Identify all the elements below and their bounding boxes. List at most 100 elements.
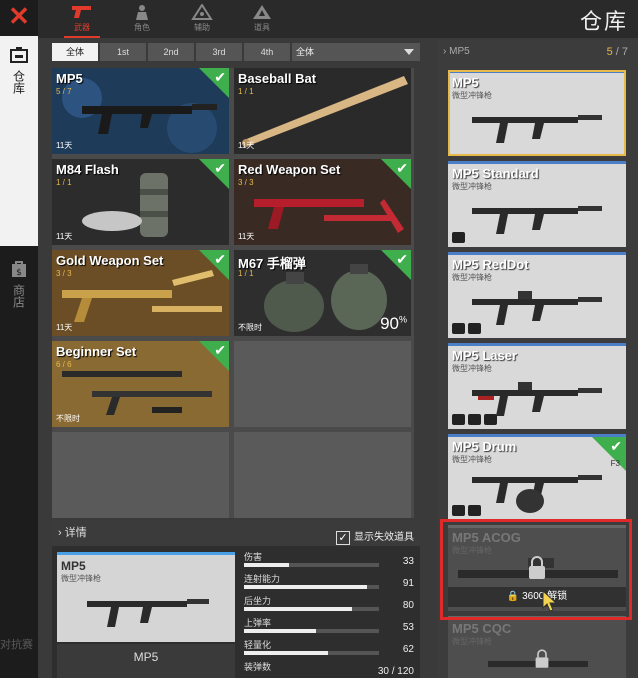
stat-fill — [244, 651, 328, 655]
lock-icon — [529, 556, 545, 579]
check-icon: ✔ — [214, 342, 226, 358]
close-button[interactable]: ✕ — [0, 0, 38, 34]
filter-3rd[interactable]: 3rd — [196, 43, 242, 61]
variant-mp5-reddot[interactable]: MP5 RedDot 微型冲锋枪 — [448, 252, 626, 338]
item-name: Baseball Bat — [238, 71, 317, 86]
variant-subtitle: 微型冲锋枪 — [452, 364, 492, 373]
tab-support[interactable]: 辅助 — [172, 0, 232, 38]
stat-bar — [244, 629, 379, 633]
variant-mp5[interactable]: MP5 微型冲锋枪 — [448, 70, 626, 156]
check-icon: ✔ — [214, 160, 226, 176]
tab-label: 武器 — [74, 23, 90, 32]
rail-tab-shop[interactable]: $ 商店 — [0, 250, 38, 330]
details-title: 详情 — [64, 527, 87, 539]
show-expired-toggle[interactable]: ✓ 显示失效道具 — [336, 525, 414, 551]
checkbox-icon[interactable]: ✓ — [336, 531, 350, 545]
thumb-name: MP5 — [61, 559, 86, 573]
inventory-item-mp5[interactable]: ✔ MP5 5 / 7 11天 — [52, 68, 229, 154]
stat-value: 62 — [402, 644, 414, 655]
variant-name: MP5 CQC — [452, 621, 512, 636]
variant-mp5-laser[interactable]: MP5 Laser 微型冲锋枪 — [448, 343, 626, 429]
details-thumbnail: MP5 微型冲锋枪 — [57, 552, 235, 642]
stat-reload: 上弹率 53 — [244, 616, 414, 638]
variant-mp5-acog[interactable]: MP5 ACOG 微型冲锋枪 🔒 3600 解锁 — [448, 525, 626, 611]
empty-slot — [234, 341, 411, 427]
warehouse-icon — [10, 47, 28, 63]
stat-bar — [244, 585, 379, 589]
stat-fill — [244, 563, 289, 567]
stat-value: 91 — [402, 578, 414, 589]
stat-value: 33 — [402, 556, 414, 567]
tab-label: 辅助 — [194, 23, 210, 32]
filter-1st[interactable]: 1st — [100, 43, 146, 61]
variant-name: MP5 Drum — [452, 439, 517, 454]
total-count: 7 — [621, 46, 628, 58]
item-count: 1 / 1 — [238, 269, 254, 278]
grip-icon — [484, 414, 497, 425]
check-icon: ✔ — [396, 160, 408, 176]
item-icon — [253, 5, 271, 19]
item-count: 1 / 1 — [238, 87, 254, 96]
page-title: 仓库 — [579, 9, 628, 34]
lock-icon — [535, 649, 549, 668]
inventory-item-m84-flash[interactable]: ✔ M84 Flash 1 / 1 11天 — [52, 159, 229, 245]
variant-mp5-cqc[interactable]: MP5 CQC 微型冲锋枪 — [448, 616, 626, 678]
tab-items[interactable]: 道具 — [232, 0, 292, 38]
toggle-label: 显示失效道具 — [354, 532, 414, 543]
variant-mp5-drum[interactable]: ✔ MP5 Drum 微型冲锋枪 F3 — [448, 434, 626, 520]
filter-dropdown[interactable]: 全体 — [292, 43, 420, 61]
background-mode-text: 对抗赛 — [0, 639, 33, 651]
check-icon: ✔ — [610, 438, 622, 454]
close-icon: ✕ — [8, 1, 30, 31]
inventory-item-m67-grenade[interactable]: ✔ M67 手榴弹 1 / 1 不限时 90% — [234, 250, 411, 336]
variants-title: MP5 — [449, 46, 470, 57]
stat-fill — [244, 607, 352, 611]
item-name: Gold Weapon Set — [56, 253, 164, 268]
inventory-item-beginner-set[interactable]: ✔ Beginner Set 6 / 6 不限时 — [52, 341, 229, 427]
variant-name: MP5 Standard — [452, 166, 539, 181]
filter-2nd[interactable]: 2nd — [148, 43, 194, 61]
variant-name: MP5 Laser — [452, 348, 518, 363]
unlock-button[interactable]: 🔒 3600 解锁 — [448, 587, 626, 607]
variants-count: 5 / 7 — [606, 46, 628, 58]
inventory-grid: ✔ MP5 5 / 7 11天 Baseball Bat 1 / 1 11天 ✔… — [52, 68, 414, 518]
unlock-cost: 3600 — [522, 591, 545, 602]
stat-label: 连射能力 — [244, 574, 281, 584]
sight-icon — [452, 232, 465, 243]
check-icon: ✔ — [214, 251, 226, 267]
tab-character[interactable]: 角色 — [112, 0, 172, 38]
dropdown-value: 全体 — [296, 47, 315, 57]
rail-tab-label: 商店 — [11, 284, 26, 308]
knife-icon — [452, 505, 465, 516]
inventory-item-red-weapon-set[interactable]: ✔ Red Weapon Set 3 / 3 11天 — [234, 159, 411, 245]
variant-name: MP5 — [452, 75, 479, 90]
tab-label: 道具 — [254, 23, 270, 32]
item-count: 1 / 1 — [56, 178, 72, 187]
stat-value: 30 / 120 — [377, 666, 414, 677]
filter-all[interactable]: 全体 — [52, 43, 98, 61]
inventory-item-gold-weapon-set[interactable]: ✔ Gold Weapon Set 3 / 3 11天 — [52, 250, 229, 336]
variant-subtitle: 微型冲锋枪 — [452, 637, 492, 646]
item-count: 3 / 3 — [56, 269, 72, 278]
variant-subtitle: 微型冲锋枪 — [452, 91, 492, 100]
tab-weapons[interactable]: 武器 — [52, 0, 112, 38]
check-icon: ✔ — [214, 69, 226, 85]
variant-subtitle: 微型冲锋枪 — [452, 273, 492, 282]
inventory-item-baseball-bat[interactable]: Baseball Bat 1 / 1 11天 — [234, 68, 411, 154]
item-name: Red Weapon Set — [238, 162, 341, 177]
item-duration: 11天 — [56, 232, 73, 241]
check-icon: ✔ — [396, 251, 408, 267]
pistol-icon — [72, 6, 91, 18]
stat-fill — [244, 629, 316, 633]
filter-4th[interactable]: 4th — [244, 43, 290, 61]
rail-tab-warehouse[interactable]: 仓库 — [0, 36, 38, 246]
lock-icon: 🔒 — [506, 591, 520, 602]
filter-bar: 全体 1st 2nd 3rd 4th 全体 — [52, 43, 420, 61]
variants-header: › MP5 — [443, 46, 470, 57]
mouse-cursor-icon — [542, 590, 558, 612]
variant-mp5-standard[interactable]: MP5 Standard 微型冲锋枪 — [448, 161, 626, 247]
empty-slot — [52, 432, 229, 518]
left-rail: ✕ 仓库 $ 商店 对抗赛 — [0, 0, 38, 678]
variant-subtitle: 微型冲锋枪 — [452, 455, 492, 464]
details-item-name: MP5 — [57, 644, 235, 678]
